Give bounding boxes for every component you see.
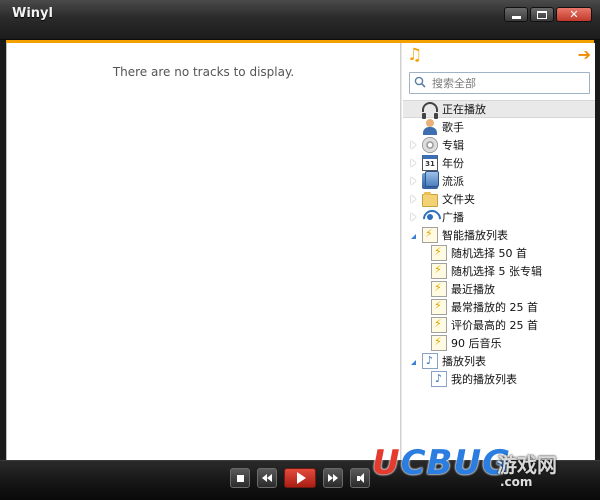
arrow-right-icon[interactable]: ➔ [578, 45, 591, 64]
tree-item-label: 流派 [442, 175, 464, 188]
volume-button[interactable] [350, 468, 370, 488]
radio-icon [422, 209, 438, 225]
tree-item[interactable]: 专辑 [403, 136, 595, 154]
smart-playlist-icon [431, 299, 447, 315]
tree-child-item[interactable]: 90 后音乐 [403, 334, 595, 352]
tree-item-label: 播放列表 [442, 355, 486, 368]
library-tree: 正在播放歌手专辑 31 年份流派文件夹广播智能播放列表随机选择 50 首随机选择 5… [403, 100, 595, 388]
watermark-domain: .com [500, 475, 533, 489]
genre-icon [422, 171, 439, 189]
tree-child-item[interactable]: 评价最高的 25 首 [403, 316, 595, 334]
watermark-logo: UCBUG 游戏网 .com [372, 441, 592, 497]
search-box[interactable] [409, 72, 590, 94]
library-panel: ♫ ➔ 正在播放歌手专辑 31 年份流派文件夹广播智能播放列表随机选择 50 首随机… [403, 43, 595, 460]
title-bar[interactable]: Winyl ✕ [0, 0, 600, 40]
collapse-arrow-icon[interactable] [408, 356, 418, 366]
expand-arrow-icon[interactable] [408, 140, 418, 150]
expand-arrow-icon[interactable] [408, 176, 418, 186]
volume-icon [356, 473, 364, 483]
expand-arrow-icon[interactable] [408, 158, 418, 168]
search-input[interactable] [432, 74, 582, 92]
empty-tracks-message: There are no tracks to display. [112, 65, 295, 79]
tree-item-label: 智能播放列表 [442, 229, 508, 242]
maximize-button[interactable] [530, 7, 554, 22]
stop-icon [236, 474, 244, 482]
tree-item-label: 随机选择 5 张专辑 [451, 265, 542, 278]
artist-icon [422, 119, 438, 135]
main-area: There are no tracks to display. ♫ ➔ 正在播放… [6, 43, 595, 460]
smart-playlist-icon [431, 245, 447, 261]
tree-child-item[interactable]: 最近播放 [403, 280, 595, 298]
window-buttons: ✕ [504, 7, 592, 22]
tree-item-label: 评价最高的 25 首 [451, 319, 538, 332]
tree-item-label: 90 后音乐 [451, 337, 502, 350]
smart-playlist-icon [431, 263, 447, 279]
tree-item-label: 我的播放列表 [451, 373, 517, 386]
calendar-icon: 31 [422, 155, 438, 171]
track-list[interactable]: There are no tracks to display. [7, 43, 400, 460]
minimize-icon [511, 16, 521, 19]
tree-item[interactable]: 智能播放列表 [403, 226, 595, 244]
tree-item-label: 歌手 [442, 121, 464, 134]
music-note-icon[interactable]: ♫ [407, 45, 422, 65]
tree-item-label: 专辑 [442, 139, 464, 152]
play-button[interactable] [284, 468, 316, 488]
close-icon: ✕ [569, 8, 579, 21]
headphones-icon [422, 102, 438, 119]
expand-arrow-icon[interactable] [408, 194, 418, 204]
collapse-arrow-icon[interactable] [408, 230, 418, 240]
tree-item-label: 最常播放的 25 首 [451, 301, 538, 314]
panel-splitter[interactable] [400, 43, 402, 460]
playlist-icon [431, 371, 447, 387]
next-icon [328, 474, 338, 482]
tree-item[interactable]: 歌手 [403, 118, 595, 136]
minimize-button[interactable] [504, 7, 528, 22]
next-button[interactable] [323, 468, 343, 488]
tree-item[interactable]: 31 年份 [403, 154, 595, 172]
previous-button[interactable] [257, 468, 277, 488]
tree-item-label: 广播 [442, 211, 464, 224]
library-toolbar: ♫ ➔ [403, 43, 595, 67]
tree-child-item[interactable]: 我的播放列表 [403, 370, 595, 388]
smart-playlist-icon [422, 227, 438, 243]
watermark-cn: 游戏网 [497, 453, 557, 477]
tree-item-label: 文件夹 [442, 193, 475, 206]
tree-item[interactable]: 广播 [403, 208, 595, 226]
previous-icon [262, 474, 272, 482]
tree-child-item[interactable]: 随机选择 50 首 [403, 244, 595, 262]
tree-item[interactable]: 文件夹 [403, 190, 595, 208]
search-icon[interactable] [414, 76, 426, 88]
tree-item[interactable]: 流派 [403, 171, 595, 190]
tree-child-item[interactable]: 随机选择 5 张专辑 [403, 262, 595, 280]
smart-playlist-icon [431, 281, 447, 297]
tree-item-label: 年份 [442, 157, 464, 170]
smart-playlist-icon [431, 335, 447, 351]
tree-item[interactable]: 播放列表 [403, 352, 595, 370]
tree-item-label: 最近播放 [451, 283, 495, 296]
tree-item-label: 随机选择 50 首 [451, 247, 527, 260]
watermark-brand: UCBUG [372, 443, 511, 483]
playlist-icon [422, 353, 438, 369]
smart-playlist-icon [431, 317, 447, 333]
play-icon [296, 472, 306, 484]
window-title: Winyl [12, 6, 53, 21]
expand-arrow-icon[interactable] [408, 212, 418, 222]
folder-icon [422, 191, 438, 207]
disc-icon [422, 137, 438, 153]
tree-child-item[interactable]: 最常播放的 25 首 [403, 298, 595, 316]
tree-item[interactable]: 正在播放 [403, 100, 595, 119]
tree-item-label: 正在播放 [442, 103, 486, 116]
stop-button[interactable] [230, 468, 250, 488]
close-button[interactable]: ✕ [556, 7, 592, 22]
maximize-icon [537, 10, 547, 19]
